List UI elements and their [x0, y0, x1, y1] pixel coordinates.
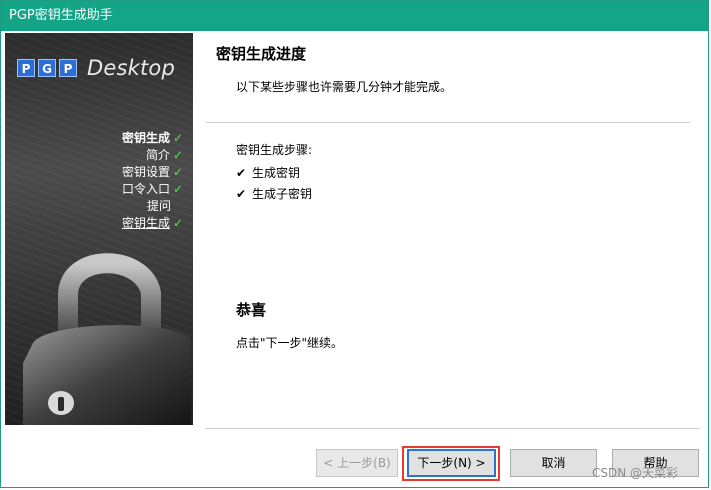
checkmark-icon: ✓: [172, 216, 183, 230]
padlock-icon: [23, 253, 191, 425]
generation-step-label: 生成密钥: [252, 166, 301, 180]
checkmark-icon: ✓: [172, 131, 183, 145]
pgp-logo: P G P Desktop: [17, 55, 175, 81]
window-title: PGP密钥生成助手: [9, 8, 113, 23]
generation-steps-heading: 密钥生成步骤:: [236, 143, 313, 157]
page-subtitle: 以下某些步骤也许需要几分钟才能完成。: [236, 80, 453, 94]
wizard-step-list: 密钥生成 ✓ 简介 ✓ 密钥设置 ✓ 口令入口 ✓ 提问 密钥生成 ✓: [53, 130, 183, 232]
watermark-text: CSDN @天菜彩: [592, 466, 679, 480]
sidebar-step-label: 密钥生成: [121, 131, 170, 145]
main-content: 密钥生成进度 以下某些步骤也许需要几分钟才能完成。 密钥生成步骤: ✔ 生成密钥 …: [194, 33, 706, 425]
logo-letter-1: P: [17, 59, 35, 77]
title-bar: PGP密钥生成助手: [1, 1, 708, 31]
sidebar-step-label: 提问: [146, 199, 171, 213]
sidebar-step-label: 简介: [145, 148, 170, 162]
logo-letter-2: G: [38, 59, 56, 77]
highlight-box: [402, 446, 500, 481]
sidebar-step-label: 密钥设置: [121, 165, 170, 179]
sidebar-step-label: 口令入口: [121, 182, 170, 196]
continue-hint: 点击"下一步"继续。: [236, 336, 344, 350]
logo-letter-3: P: [59, 59, 77, 77]
generation-step-item: ✔ 生成子密钥: [236, 185, 312, 202]
checkmark-icon: ✓: [172, 165, 183, 179]
sidebar-step-introduction: 简介 ✓: [53, 147, 183, 164]
sidebar-step-key-generation: 密钥生成 ✓: [53, 130, 183, 147]
sidebar-step-key-settings: 密钥设置 ✓: [53, 164, 183, 181]
generation-step-item: ✔ 生成密钥: [236, 164, 300, 181]
checkmark-icon: ✓: [172, 182, 183, 196]
header-divider: [206, 122, 690, 123]
page-title: 密钥生成进度: [216, 45, 307, 63]
checkmark-icon: ✓: [172, 148, 183, 162]
back-button[interactable]: < 上一步(B): [316, 449, 398, 477]
sidebar-step-question: 提问: [53, 198, 183, 215]
cancel-button[interactable]: 取消: [510, 449, 597, 477]
footer-divider: [205, 428, 700, 429]
logo-product-name: Desktop: [87, 56, 176, 80]
sidebar-step-key-generation-current: 密钥生成 ✓: [53, 215, 183, 232]
sidebar-step-label: 密钥生成: [121, 216, 170, 230]
checkmark-icon: ✔: [236, 187, 247, 201]
sidebar-step-passphrase: 口令入口 ✓: [53, 181, 183, 198]
checkmark-icon: ✔: [236, 166, 247, 180]
sidebar-panel: P G P Desktop 密钥生成 ✓ 简介 ✓ 密钥设置 ✓ 口令入口 ✓ 提问 密…: [5, 33, 193, 425]
congrats-heading: 恭喜: [236, 301, 267, 319]
generation-step-label: 生成子密钥: [252, 187, 313, 201]
